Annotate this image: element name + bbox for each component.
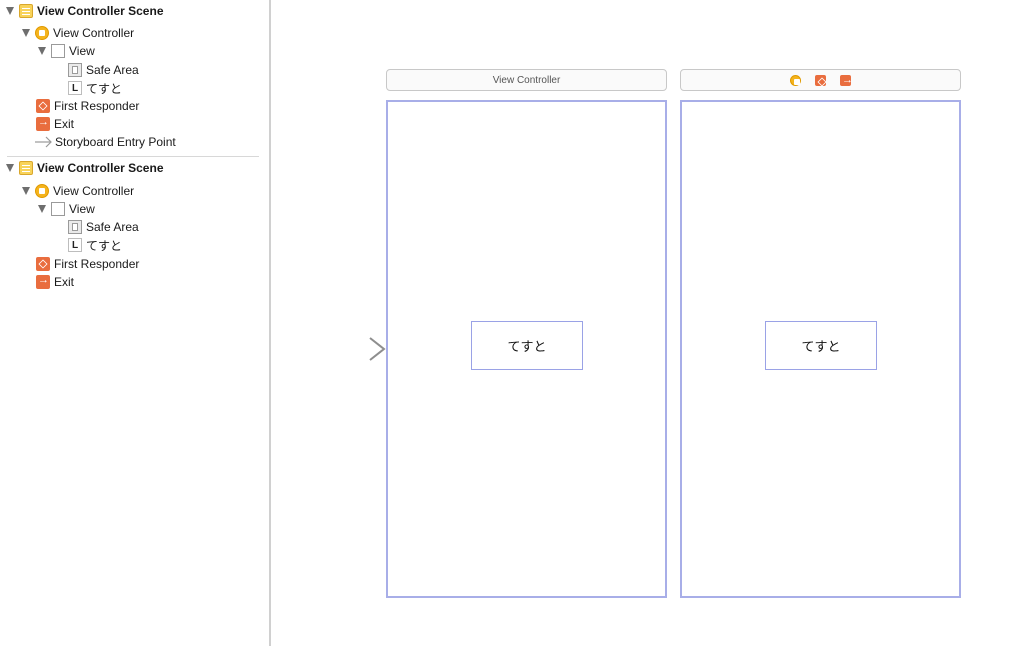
disclosure-triangle-icon[interactable] <box>38 205 46 213</box>
scene-1-view-frame[interactable]: てすと <box>386 100 667 598</box>
outline-scene-2[interactable]: View Controller Scene <box>6 159 164 177</box>
storyboard-entry-arrow[interactable] <box>312 336 388 362</box>
disclosure-triangle-icon[interactable] <box>22 29 30 37</box>
outline-safe-area-1[interactable]: Safe Area <box>68 61 139 79</box>
view-controller-icon <box>35 184 49 198</box>
outline-label-2[interactable]: L てすと <box>68 236 122 254</box>
scene-2-view-frame[interactable]: てすと <box>680 100 961 598</box>
entry-point-label: Storyboard Entry Point <box>55 135 176 149</box>
outline-entry-point[interactable]: Storyboard Entry Point <box>35 133 176 151</box>
disclosure-triangle-icon[interactable] <box>6 7 14 15</box>
safe-area-icon <box>68 220 82 234</box>
outline-view-1[interactable]: View <box>38 42 95 60</box>
first-responder-icon[interactable] <box>815 74 826 86</box>
disclosure-triangle-icon[interactable] <box>38 47 46 55</box>
exit-icon <box>36 274 50 289</box>
view-icon <box>51 44 65 58</box>
label-icon: L <box>68 81 82 95</box>
view-label: View <box>69 44 95 58</box>
view-controller-label: View Controller <box>53 26 135 40</box>
safe-area-label: Safe Area <box>86 63 139 77</box>
view-controller-label: View Controller <box>53 184 135 198</box>
exit-label: Exit <box>54 275 75 289</box>
scene-2-label[interactable]: てすと <box>765 321 877 370</box>
label-item-text: てすと <box>86 238 123 253</box>
scene-2-dock[interactable] <box>680 69 961 91</box>
scene-1-label[interactable]: てすと <box>471 321 583 370</box>
outline-exit-1[interactable]: Exit <box>36 115 74 133</box>
outline-exit-2[interactable]: Exit <box>36 273 74 291</box>
view-controller-icon[interactable] <box>790 74 801 86</box>
exit-icon <box>36 116 50 131</box>
outline-view-2[interactable]: View <box>38 200 95 218</box>
scene-title: View Controller Scene <box>37 161 164 175</box>
scene-icon <box>19 4 33 18</box>
scene-icon <box>19 161 33 175</box>
safe-area-label: Safe Area <box>86 220 139 234</box>
label-item-text: てすと <box>86 81 123 96</box>
label-icon: L <box>68 238 82 252</box>
outline-view-controller-1[interactable]: View Controller <box>22 24 134 42</box>
exit-label: Exit <box>54 117 75 131</box>
document-outline: View Controller Scene View Controller Vi… <box>0 0 269 646</box>
first-responder-label: First Responder <box>54 257 140 271</box>
outline-view-controller-2[interactable]: View Controller <box>22 182 134 200</box>
outline-safe-area-2[interactable]: Safe Area <box>68 218 139 236</box>
view-label: View <box>69 202 95 216</box>
scene-title: View Controller Scene <box>37 4 164 18</box>
outline-first-responder-1[interactable]: First Responder <box>36 97 139 115</box>
panel-divider[interactable] <box>269 0 271 646</box>
entry-point-arrow-icon <box>35 136 52 148</box>
outline-first-responder-2[interactable]: First Responder <box>36 255 139 273</box>
view-controller-icon <box>35 26 49 40</box>
safe-area-icon <box>68 63 82 77</box>
first-responder-icon <box>36 99 50 113</box>
scene-2-label-text: てすと <box>801 340 841 355</box>
scene-separator <box>7 156 259 157</box>
outline-label-1[interactable]: L てすと <box>68 79 122 97</box>
scene-1-label-text: てすと <box>507 340 547 355</box>
disclosure-triangle-icon[interactable] <box>22 187 30 195</box>
first-responder-label: First Responder <box>54 99 140 113</box>
disclosure-triangle-icon[interactable] <box>6 164 14 172</box>
scene-1-title: View Controller <box>492 74 561 86</box>
view-icon <box>51 202 65 216</box>
scene-1-title-bar[interactable]: View Controller <box>386 69 667 91</box>
exit-icon[interactable] <box>840 74 853 86</box>
outline-scene-1[interactable]: View Controller Scene <box>6 2 164 20</box>
first-responder-icon <box>36 257 50 271</box>
